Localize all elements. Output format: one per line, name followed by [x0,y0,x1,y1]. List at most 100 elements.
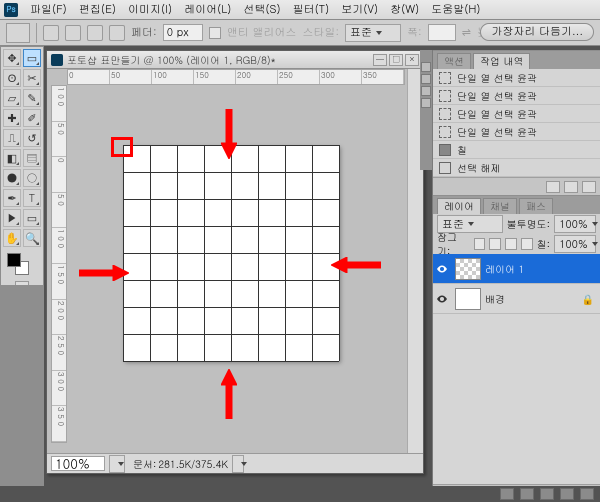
lock-position-icon[interactable] [505,238,517,250]
collapsed-panel-icon[interactable] [421,74,431,84]
menu-filter[interactable]: 필터(T) [287,0,336,20]
layer-row[interactable]: 레이어 1 [433,254,600,284]
move-tool[interactable]: ✥ [3,49,21,67]
zoom-dropdown[interactable] [109,455,125,473]
maximize-button[interactable]: □ [389,54,403,66]
document-titlebar[interactable]: 포토샵 표만들기 @ 100% (레이어 1, RGB/8)* — □ × [47,51,423,69]
path-select-tool[interactable]: ▶ [3,209,21,227]
history-item[interactable]: 단일 열 선택 윤곽 [433,87,600,105]
visibility-toggle[interactable] [433,293,451,305]
menu-help[interactable]: 도움말(H) [425,0,486,20]
close-button[interactable]: × [405,54,419,66]
refine-edge-button[interactable]: 가장자리 다듬기... [480,23,594,41]
history-item[interactable]: 단일 열 선택 윤곽 [433,123,600,141]
footer-icon[interactable] [540,488,554,500]
menu-select[interactable]: 선택(S) [237,0,286,20]
add-selection-icon[interactable] [65,25,81,41]
active-tool-preview[interactable] [6,23,30,43]
new-doc-icon[interactable] [564,181,578,193]
lock-transparency-icon[interactable] [474,238,486,250]
collapsed-panel-strip[interactable] [420,50,432,170]
ruler-tick: 200 [236,70,278,84]
opacity-input[interactable]: 100% [554,215,596,233]
width-label: 폭: [407,25,422,40]
lasso-tool[interactable]: ʘ [3,69,21,87]
history-list[interactable]: 단일 열 선택 윤곽 단일 열 선택 윤곽 단일 열 선택 윤곽 단일 열 선택… [433,69,600,177]
tab-actions[interactable]: 액션 [437,53,471,69]
layer-name[interactable]: 배경 [485,292,505,306]
snapshot-icon[interactable] [546,181,560,193]
layer-thumbnail[interactable] [455,288,481,310]
tab-channels[interactable]: 채널 [483,198,517,214]
ruler-tick: 3 0 0 [52,371,66,407]
type-tool[interactable]: T [23,189,41,207]
new-selection-icon[interactable] [43,25,59,41]
brush-tool[interactable]: ✐ [23,109,41,127]
minimize-button[interactable]: — [373,54,387,66]
history-brush-tool[interactable]: ↺ [23,129,41,147]
crop-tool[interactable]: ▱ [3,89,21,107]
layer-row[interactable]: 배경 🔒 [433,284,600,314]
footer-icon[interactable] [580,488,594,500]
ruler-tick: 100 [152,70,194,84]
stamp-tool[interactable]: ⎍ [3,129,21,147]
canvas[interactable] [123,145,339,361]
style-dropdown[interactable]: 표준 [345,24,401,42]
tab-paths[interactable]: 패스 [519,198,553,214]
collapsed-panel-icon[interactable] [421,62,431,72]
history-item[interactable]: 단일 열 선택 윤곽 [433,69,600,87]
blur-tool[interactable]: ● [3,169,21,187]
footer-icon[interactable] [520,488,534,500]
pen-tool[interactable]: ✒ [3,189,21,207]
lock-pixels-icon[interactable] [489,238,501,250]
marquee-tool[interactable]: ▭ [23,49,41,67]
healing-tool[interactable]: ✚ [3,109,21,127]
menu-layer[interactable]: 레이어(L) [178,0,237,20]
fill-input[interactable]: 100% [554,235,596,253]
history-item[interactable]: 칠 [433,141,600,159]
footer-icon[interactable] [560,488,574,500]
tab-history[interactable]: 작업 내역 [473,53,530,69]
menu-edit[interactable]: 편집(E) [73,0,122,20]
trash-icon[interactable] [582,181,596,193]
gradient-tool[interactable]: ▤ [23,149,41,167]
collapsed-dock [0,285,44,500]
menu-file[interactable]: 파일(F) [24,0,73,20]
collapsed-panel-icon[interactable] [421,98,431,108]
layer-name[interactable]: 레이어 1 [485,262,524,276]
zoom-input[interactable] [51,456,105,471]
footer-icon[interactable] [500,488,514,500]
collapsed-panel-icon[interactable] [421,86,431,96]
zoom-tool[interactable]: 🔍 [23,229,41,247]
ruler-tick: 5 0 [52,122,66,158]
shape-tool[interactable]: ▭ [23,209,41,227]
eyedropper-tool[interactable]: ✎ [23,89,41,107]
ruler-vertical[interactable]: 1 0 0 5 0 0 5 0 1 0 0 1 5 0 2 0 0 2 5 0 … [51,85,67,443]
layer-thumbnail[interactable] [455,258,481,280]
ruler-horizontal[interactable]: 0 50 100 150 200 250 300 350 [67,69,405,85]
lock-icon: 🔒 [582,292,594,306]
foreground-color[interactable] [7,253,21,267]
canvas-area[interactable] [67,85,405,443]
quick-select-tool[interactable]: ✂ [23,69,41,87]
dodge-tool[interactable]: ○ [23,169,41,187]
blend-mode-dropdown[interactable]: 표준 [437,215,503,233]
visibility-toggle[interactable] [433,263,451,275]
feather-input[interactable] [163,24,203,41]
status-dropdown[interactable] [232,455,244,473]
intersect-selection-icon[interactable] [109,25,125,41]
history-item-label: 단일 열 선택 윤곽 [457,89,537,103]
ruler-tick: 1 0 0 [52,86,66,122]
hand-tool[interactable]: ✋ [3,229,21,247]
menu-window[interactable]: 창(W) [384,0,425,20]
menu-image[interactable]: 이미지(I) [122,0,178,20]
color-swatches[interactable] [3,251,41,275]
history-item[interactable]: 단일 열 선택 윤곽 [433,105,600,123]
lock-all-icon[interactable] [521,238,533,250]
history-item[interactable]: 선택 해제 [433,159,600,177]
layers-list[interactable]: 레이어 1 배경 🔒 [433,254,600,484]
tab-layers[interactable]: 레이어 [437,198,481,214]
menu-view[interactable]: 보기(V) [335,0,384,20]
eraser-tool[interactable]: ◧ [3,149,21,167]
subtract-selection-icon[interactable] [87,25,103,41]
